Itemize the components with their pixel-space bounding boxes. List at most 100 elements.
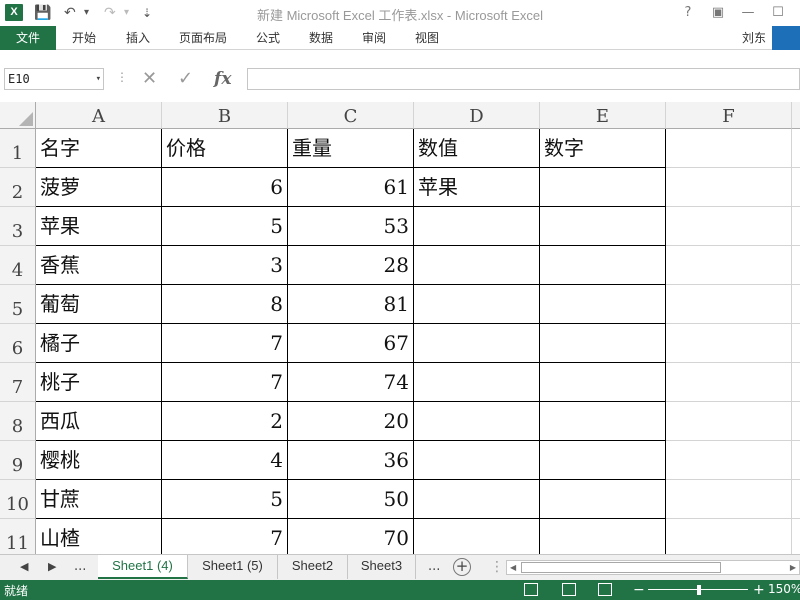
tab-home[interactable]: 开始	[72, 26, 96, 50]
column-header-b[interactable]: B	[162, 102, 288, 129]
cell-g8[interactable]	[792, 402, 800, 441]
cell-e11[interactable]	[540, 519, 666, 554]
cell-f9[interactable]	[666, 441, 792, 480]
cell-g5[interactable]	[792, 285, 800, 324]
scroll-left-icon[interactable]: ◀	[510, 561, 516, 574]
column-header-f[interactable]: F	[666, 102, 792, 129]
cancel-icon[interactable]: ✕	[142, 67, 157, 91]
cell-b4[interactable]: 3	[162, 246, 288, 285]
row-header-5[interactable]: 5	[0, 285, 36, 324]
cell-f1[interactable]	[666, 129, 792, 168]
sheet-tab-sheet1-5[interactable]: Sheet1 (5)	[188, 555, 278, 579]
cell-c2[interactable]: 61	[288, 168, 414, 207]
cell-c11[interactable]: 70	[288, 519, 414, 554]
drag-handle-icon[interactable]: ⋮	[116, 70, 128, 84]
cell-c9[interactable]: 36	[288, 441, 414, 480]
cell-a2[interactable]: 菠萝	[36, 168, 162, 207]
cell-f2[interactable]	[666, 168, 792, 207]
cell-c10[interactable]: 50	[288, 480, 414, 519]
zoom-in-button[interactable]: +	[753, 580, 765, 600]
cell-b3[interactable]: 5	[162, 207, 288, 246]
cell-c7[interactable]: 74	[288, 363, 414, 402]
cell-c6[interactable]: 67	[288, 324, 414, 363]
cell-a4[interactable]: 香蕉	[36, 246, 162, 285]
cell-f6[interactable]	[666, 324, 792, 363]
drag-handle-icon[interactable]: ⋮	[490, 555, 504, 579]
cell-g10[interactable]	[792, 480, 800, 519]
cell-d6[interactable]	[414, 324, 540, 363]
cell-e8[interactable]	[540, 402, 666, 441]
horizontal-scrollbar[interactable]: ◀ ▶	[506, 560, 800, 575]
page-layout-view-icon[interactable]	[562, 583, 576, 596]
cell-a10[interactable]: 甘蔗	[36, 480, 162, 519]
cell-d1[interactable]: 数值	[414, 129, 540, 168]
column-header-next[interactable]	[792, 102, 800, 129]
cell-b7[interactable]: 7	[162, 363, 288, 402]
cell-g7[interactable]	[792, 363, 800, 402]
cell-f3[interactable]	[666, 207, 792, 246]
chevron-down-icon[interactable]: ▾	[96, 69, 101, 89]
name-box[interactable]: E10 ▾	[4, 68, 104, 90]
cell-f7[interactable]	[666, 363, 792, 402]
tab-page-layout[interactable]: 页面布局	[179, 26, 227, 50]
cell-e7[interactable]	[540, 363, 666, 402]
row-header-2[interactable]: 2	[0, 168, 36, 207]
cell-f11[interactable]	[666, 519, 792, 554]
row-header-11[interactable]: 11	[0, 519, 36, 554]
column-header-e[interactable]: E	[540, 102, 666, 129]
cell-f5[interactable]	[666, 285, 792, 324]
cell-g2[interactable]	[792, 168, 800, 207]
add-sheet-icon[interactable]: +	[453, 558, 471, 576]
row-header-3[interactable]: 3	[0, 207, 36, 246]
cell-b2[interactable]: 6	[162, 168, 288, 207]
cell-b5[interactable]: 8	[162, 285, 288, 324]
cell-e6[interactable]	[540, 324, 666, 363]
scrollbar-thumb[interactable]	[521, 562, 721, 573]
sheet-tab-sheet1-4[interactable]: Sheet1 (4)	[98, 555, 188, 579]
cell-c5[interactable]: 81	[288, 285, 414, 324]
column-header-a[interactable]: A	[36, 102, 162, 129]
tab-file[interactable]: 文件	[0, 26, 56, 50]
cell-e10[interactable]	[540, 480, 666, 519]
cell-a6[interactable]: 橘子	[36, 324, 162, 363]
cell-b1[interactable]: 价格	[162, 129, 288, 168]
scroll-right-icon[interactable]: ▶	[790, 561, 796, 574]
zoom-slider-knob[interactable]	[697, 585, 701, 595]
cell-c8[interactable]: 20	[288, 402, 414, 441]
cell-a11[interactable]: 山楂	[36, 519, 162, 554]
cell-c3[interactable]: 53	[288, 207, 414, 246]
zoom-level[interactable]: 150%	[768, 582, 800, 596]
ribbon-display-button[interactable]: ▣	[708, 3, 728, 23]
cell-e4[interactable]	[540, 246, 666, 285]
cell-g9[interactable]	[792, 441, 800, 480]
row-header-10[interactable]: 10	[0, 480, 36, 519]
cell-d11[interactable]	[414, 519, 540, 554]
cell-e2[interactable]	[540, 168, 666, 207]
maximize-button[interactable]: ☐	[768, 3, 788, 23]
row-header-4[interactable]: 4	[0, 246, 36, 285]
select-all-button[interactable]	[0, 102, 36, 129]
column-header-d[interactable]: D	[414, 102, 540, 129]
row-header-1[interactable]: 1	[0, 129, 36, 168]
column-header-c[interactable]: C	[288, 102, 414, 129]
cell-b8[interactable]: 2	[162, 402, 288, 441]
cell-d2[interactable]: 苹果	[414, 168, 540, 207]
cell-e3[interactable]	[540, 207, 666, 246]
cell-f4[interactable]	[666, 246, 792, 285]
row-header-7[interactable]: 7	[0, 363, 36, 402]
cell-a8[interactable]: 西瓜	[36, 402, 162, 441]
cell-g3[interactable]	[792, 207, 800, 246]
sheet-tab-sheet2[interactable]: Sheet2	[278, 555, 348, 579]
row-header-8[interactable]: 8	[0, 402, 36, 441]
cell-g6[interactable]	[792, 324, 800, 363]
cell-d3[interactable]	[414, 207, 540, 246]
cell-e1[interactable]: 数字	[540, 129, 666, 168]
tab-review[interactable]: 审阅	[362, 26, 386, 50]
spreadsheet-grid[interactable]: A B C D E F 1 名字 价格 重量 数值 数字 2 菠萝 6 61 苹果 3 苹果 5 53 4 香蕉 3 28 5 葡萄…	[0, 102, 800, 554]
user-name[interactable]: 刘东	[742, 26, 766, 50]
cell-e5[interactable]	[540, 285, 666, 324]
cell-g1[interactable]	[792, 129, 800, 168]
cell-a7[interactable]: 桃子	[36, 363, 162, 402]
row-header-6[interactable]: 6	[0, 324, 36, 363]
formula-input[interactable]	[247, 68, 800, 90]
